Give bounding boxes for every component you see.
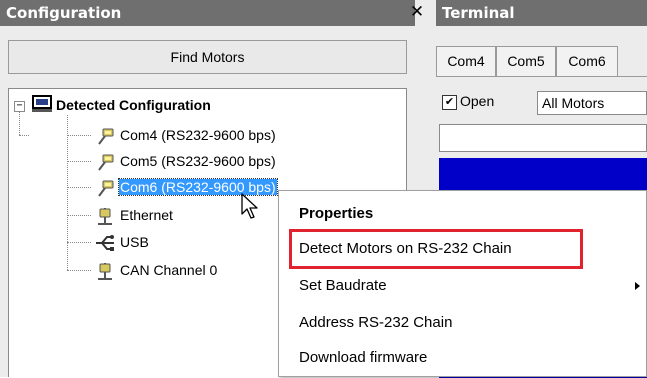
tab-com5[interactable]: Com5 bbox=[496, 46, 556, 76]
motor-select[interactable]: All Motors bbox=[537, 91, 647, 115]
tree-item-label: Ethernet bbox=[120, 207, 173, 223]
tree-item-label: CAN Channel 0 bbox=[120, 262, 218, 278]
tree-connector bbox=[67, 270, 91, 271]
menu-item-detect-motors[interactable]: Detect Motors on RS-232 Chain bbox=[279, 232, 646, 266]
mouse-cursor-icon bbox=[241, 193, 258, 219]
tab-com4[interactable]: Com4 bbox=[436, 46, 496, 76]
computer-icon bbox=[32, 95, 52, 112]
serial-port-icon bbox=[98, 128, 114, 145]
tab-com6[interactable]: Com6 bbox=[556, 46, 618, 76]
terminal-title: Terminal bbox=[442, 4, 515, 22]
tree-connector bbox=[19, 111, 20, 135]
tree-connector bbox=[67, 242, 91, 243]
can-icon bbox=[98, 263, 112, 280]
configuration-titlebar: Configuration bbox=[0, 0, 415, 26]
find-motors-button[interactable]: Find Motors bbox=[8, 40, 407, 74]
tree-item-label: Com4 (RS232-9600 bps) bbox=[120, 127, 276, 143]
tree-connector bbox=[67, 161, 91, 162]
serial-port-icon bbox=[98, 180, 114, 197]
close-icon[interactable]: ✕ bbox=[407, 2, 427, 22]
tree-item-label: Com5 (RS232-9600 bps) bbox=[120, 153, 276, 169]
menu-item-address-chain[interactable]: Address RS-232 Chain bbox=[279, 306, 646, 340]
tree-connector bbox=[67, 115, 68, 270]
tree-connector bbox=[19, 135, 29, 136]
context-menu: Properties Detect Motors on RS-232 Chain… bbox=[278, 190, 647, 377]
open-label: Open bbox=[460, 93, 495, 109]
menu-item-label: Set Baudrate bbox=[299, 277, 387, 294]
open-checkbox[interactable]: ✔ bbox=[442, 95, 457, 110]
tree-connector bbox=[67, 215, 91, 216]
usb-icon bbox=[96, 235, 114, 251]
menu-item-properties[interactable]: Properties bbox=[279, 197, 646, 231]
ethernet-icon bbox=[98, 208, 112, 225]
terminal-titlebar: Terminal bbox=[436, 0, 647, 26]
tree-item-label: USB bbox=[120, 234, 149, 250]
serial-port-icon bbox=[98, 154, 114, 171]
menu-item-download-firmware[interactable]: Download firmware bbox=[279, 341, 646, 375]
submenu-arrow-icon bbox=[635, 282, 640, 290]
configuration-title: Configuration bbox=[6, 4, 122, 22]
command-input[interactable] bbox=[439, 124, 647, 152]
tree-root-label[interactable]: Detected Configuration bbox=[56, 97, 211, 113]
tree-connector bbox=[67, 187, 91, 188]
tree-connector bbox=[67, 135, 91, 136]
menu-item-set-baudrate[interactable]: Set Baudrate bbox=[279, 269, 646, 303]
